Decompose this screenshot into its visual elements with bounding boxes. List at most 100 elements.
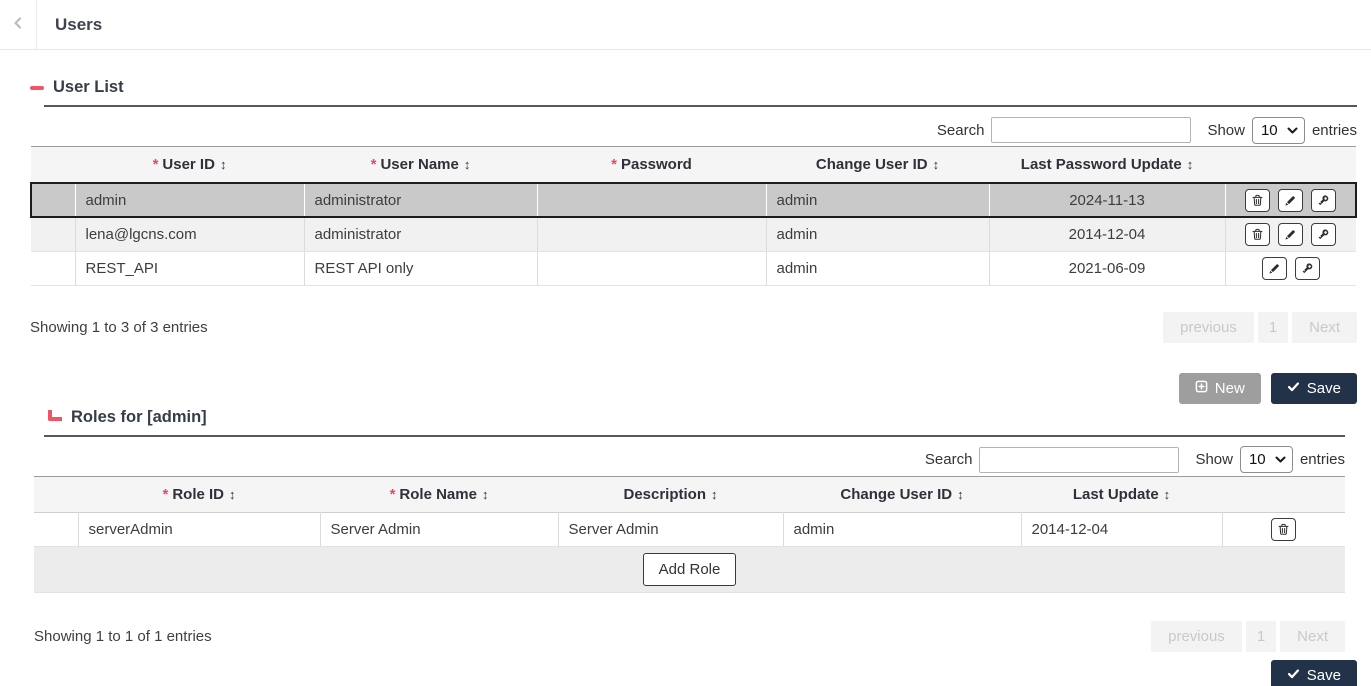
key-icon (1317, 194, 1330, 207)
sort-icon: ↕ (220, 157, 227, 172)
cell-last-password-update: 2014-12-04 (989, 217, 1225, 251)
header-role-name[interactable]: *Role Name↕ (320, 476, 558, 512)
user-row[interactable]: REST_API REST API only admin 2021-06-09 (31, 251, 1356, 285)
header-actions-col (1222, 476, 1345, 512)
roles-table: *Role ID↕ *Role Name↕ Description↕ Chang… (34, 476, 1345, 593)
sort-icon: ↕ (1187, 157, 1194, 172)
sort-icon: ↕ (482, 487, 489, 502)
back-button[interactable] (0, 0, 37, 49)
chevron-down-icon (1287, 122, 1298, 139)
section-divider (44, 105, 1357, 107)
cell-password (537, 183, 766, 217)
chevron-left-icon (11, 16, 25, 34)
user-table: *User ID↕ *User Name↕ *Password Change U… (30, 146, 1357, 286)
check-icon (1287, 667, 1300, 684)
cell-last-update: 2014-12-04 (1021, 512, 1222, 546)
cell-user-id: admin (75, 183, 304, 217)
page-number[interactable]: 1 (1258, 312, 1288, 343)
user-list-title: User List (53, 78, 124, 97)
cell-change-user-id: admin (766, 183, 989, 217)
key-icon (1301, 262, 1314, 275)
save-users-button[interactable]: Save (1271, 373, 1357, 404)
previous-page-button[interactable]: previous (1163, 312, 1254, 343)
password-key-button[interactable] (1295, 257, 1320, 280)
header-select-col (34, 476, 78, 512)
cell-last-password-update: 2024-11-13 (989, 183, 1225, 217)
role-row[interactable]: serverAdmin Server Admin Server Admin ad… (34, 512, 1345, 546)
page-number[interactable]: 1 (1246, 621, 1276, 652)
cell-change-user-id: admin (766, 251, 989, 285)
cell-user-id: lena@lgcns.com (75, 217, 304, 251)
password-key-button[interactable] (1311, 223, 1336, 246)
cell-change-user-id: admin (766, 217, 989, 251)
delete-role-button[interactable] (1271, 518, 1296, 541)
header-select-col (31, 147, 75, 184)
cell-user-name: administrator (304, 217, 537, 251)
delete-user-button[interactable] (1245, 223, 1270, 246)
sort-icon: ↕ (464, 157, 471, 172)
header-user-name[interactable]: *User Name↕ (304, 147, 537, 184)
header-last-password-update[interactable]: Last Password Update↕ (989, 147, 1225, 184)
user-page-size-select[interactable]: 10 (1252, 117, 1305, 144)
edit-user-button[interactable] (1278, 189, 1303, 212)
entries-label: entries (1312, 122, 1357, 139)
cell-role-name: Server Admin (320, 512, 558, 546)
save-roles-button[interactable]: Save (1271, 660, 1357, 686)
trash-icon (1251, 228, 1264, 241)
cell-last-password-update: 2021-06-09 (989, 251, 1225, 285)
previous-page-button[interactable]: previous (1151, 621, 1242, 652)
collapse-section-icon[interactable] (30, 86, 44, 90)
trash-icon (1251, 194, 1264, 207)
add-role-row: Add Role (34, 546, 1345, 592)
roles-table-summary: Showing 1 to 1 of 1 entries (34, 628, 212, 645)
show-label: Show (1195, 451, 1233, 468)
entries-label: entries (1300, 451, 1345, 468)
show-label: Show (1207, 122, 1245, 139)
header-change-user-id[interactable]: Change User ID↕ (766, 147, 989, 184)
section-divider (44, 435, 1345, 437)
header-user-id[interactable]: *User ID↕ (75, 147, 304, 184)
user-row[interactable]: admin administrator admin 2024-11-13 (31, 183, 1356, 217)
next-page-button[interactable]: Next (1292, 312, 1357, 343)
check-icon (1287, 380, 1300, 397)
header-role-id[interactable]: *Role ID↕ (78, 476, 320, 512)
header-description[interactable]: Description↕ (558, 476, 783, 512)
trash-icon (1277, 523, 1290, 536)
key-icon (1317, 228, 1330, 241)
user-row[interactable]: lena@lgcns.com administrator admin 2014-… (31, 217, 1356, 251)
cell-password (537, 251, 766, 285)
role-page-size-select[interactable]: 10 (1240, 446, 1293, 473)
header-password[interactable]: *Password (537, 147, 766, 184)
role-search-input[interactable] (979, 447, 1179, 473)
new-user-button[interactable]: New (1179, 373, 1261, 404)
cell-user-name: administrator (304, 183, 537, 217)
next-page-button[interactable]: Next (1280, 621, 1345, 652)
password-key-button[interactable] (1311, 189, 1336, 212)
pencil-icon (1284, 228, 1297, 241)
sort-icon: ↕ (1164, 487, 1171, 502)
edit-user-button[interactable] (1278, 223, 1303, 246)
sub-section-icon (48, 410, 62, 421)
cell-role-id: serverAdmin (78, 512, 320, 546)
header-change-user-id[interactable]: Change User ID↕ (783, 476, 1021, 512)
chevron-down-icon (1275, 451, 1286, 468)
cell-user-id: REST_API (75, 251, 304, 285)
delete-user-button[interactable] (1245, 189, 1270, 212)
sort-icon: ↕ (933, 157, 940, 172)
top-bar: Users (0, 0, 1371, 50)
edit-user-button[interactable] (1262, 257, 1287, 280)
roles-pagination: previous 1 Next (1151, 621, 1345, 652)
cell-password (537, 217, 766, 251)
sort-icon: ↕ (229, 487, 236, 502)
add-role-button[interactable]: Add Role (643, 553, 737, 586)
header-last-update[interactable]: Last Update↕ (1021, 476, 1222, 512)
plus-square-icon (1195, 380, 1208, 397)
user-search-input[interactable] (991, 117, 1191, 143)
cell-change-user-id: admin (783, 512, 1021, 546)
cell-description: Server Admin (558, 512, 783, 546)
sort-icon: ↕ (957, 487, 964, 502)
search-label: Search (937, 122, 985, 139)
user-table-summary: Showing 1 to 3 of 3 entries (30, 319, 208, 336)
pencil-icon (1284, 194, 1297, 207)
search-label: Search (925, 451, 973, 468)
